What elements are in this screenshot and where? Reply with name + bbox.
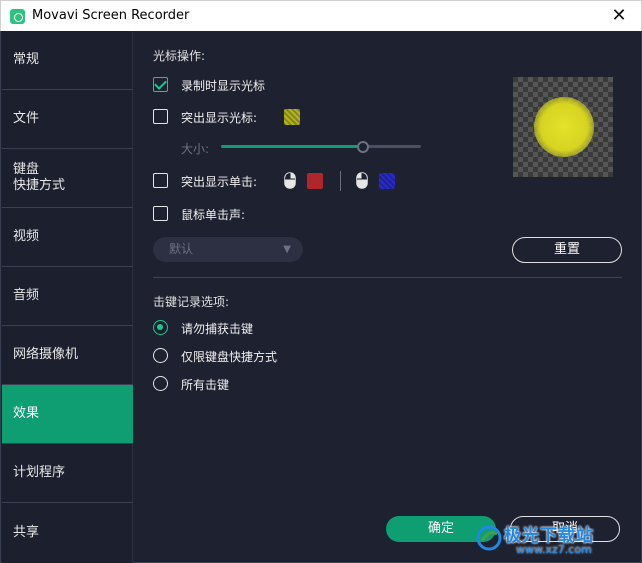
title-bar: Movavi Screen Recorder ✕ [0,0,642,31]
movavi-app-icon [10,9,25,24]
window-title: Movavi Screen Recorder [32,8,190,23]
settings-window: 常规 文件 键盘 快捷方式 视频 音频 网络摄像机 效果 计划程序 共享 光标操… [0,31,642,563]
show-cursor-label: 录制时显示光标 [181,79,266,93]
reset-button[interactable]: 重置 [512,237,622,263]
left-click-mouse-icon [284,172,296,189]
sidebar-item-effects[interactable]: 效果 [2,385,133,444]
left-click-color-swatch[interactable] [307,173,323,189]
sidebar-item-files[interactable]: 文件 [2,90,133,149]
cursor-highlight-preview [534,97,594,157]
sidebar-item-video[interactable]: 视频 [2,208,133,267]
chevron-down-icon: ▼ [283,244,291,255]
highlight-cursor-label: 突出显示光标: [181,111,258,125]
close-icon[interactable]: ✕ [607,4,631,28]
radio-shortcuts-only[interactable] [153,348,168,363]
keystroke-section-title: 击键记录选项: [153,295,230,309]
highlight-click-label: 突出显示单击: [181,175,258,189]
cursor-preview [513,77,613,177]
watermark-url: www.xz7.com [516,543,592,556]
click-divider [340,171,341,191]
right-click-mouse-icon [356,172,368,189]
click-sound-label: 鼠标单击声: [181,208,246,222]
sidebar-item-scheduler[interactable]: 计划程序 [2,444,133,503]
slider-thumb[interactable] [357,141,369,153]
sidebar-item-general[interactable]: 常规 [2,31,133,90]
radio-no-keystrokes[interactable] [153,320,168,335]
radio-all-keystrokes-label: 所有击键 [181,378,230,392]
effects-panel: 光标操作: 录制时显示光标 突出显示光标: 大小: 突出显示单击: 鼠标单击声:… [133,31,641,563]
slider-track [363,145,421,148]
watermark-logo-icon [476,525,502,551]
section-divider [153,277,622,278]
sidebar-item-sharing[interactable]: 共享 [2,503,133,562]
radio-no-keystrokes-label: 请勿捕获击键 [181,322,254,336]
settings-sidebar: 常规 文件 键盘 快捷方式 视频 音频 网络摄像机 效果 计划程序 共享 [2,31,133,563]
slider-fill [221,145,363,148]
click-sound-checkbox[interactable] [153,206,168,221]
show-cursor-checkbox[interactable] [153,77,168,92]
sidebar-item-keyboard-shortcuts[interactable]: 键盘 快捷方式 [2,149,133,208]
highlight-click-checkbox[interactable] [153,173,168,188]
size-label: 大小: [181,142,210,156]
click-sound-dropdown-value: 默认 [169,242,194,256]
sidebar-item-webcam[interactable]: 网络摄像机 [2,326,133,385]
cursor-section-title: 光标操作: [153,49,206,63]
sidebar-item-audio[interactable]: 音频 [2,267,133,326]
site-watermark: 极光下载站 www.xz7.com [476,519,636,559]
radio-all-keystrokes[interactable] [153,376,168,391]
highlight-cursor-checkbox[interactable] [153,109,168,124]
radio-shortcuts-only-label: 仅限键盘快捷方式 [181,350,278,364]
right-click-color-swatch[interactable] [379,173,395,189]
click-sound-dropdown[interactable]: 默认 ▼ [153,237,303,262]
highlight-color-swatch[interactable] [284,109,300,125]
